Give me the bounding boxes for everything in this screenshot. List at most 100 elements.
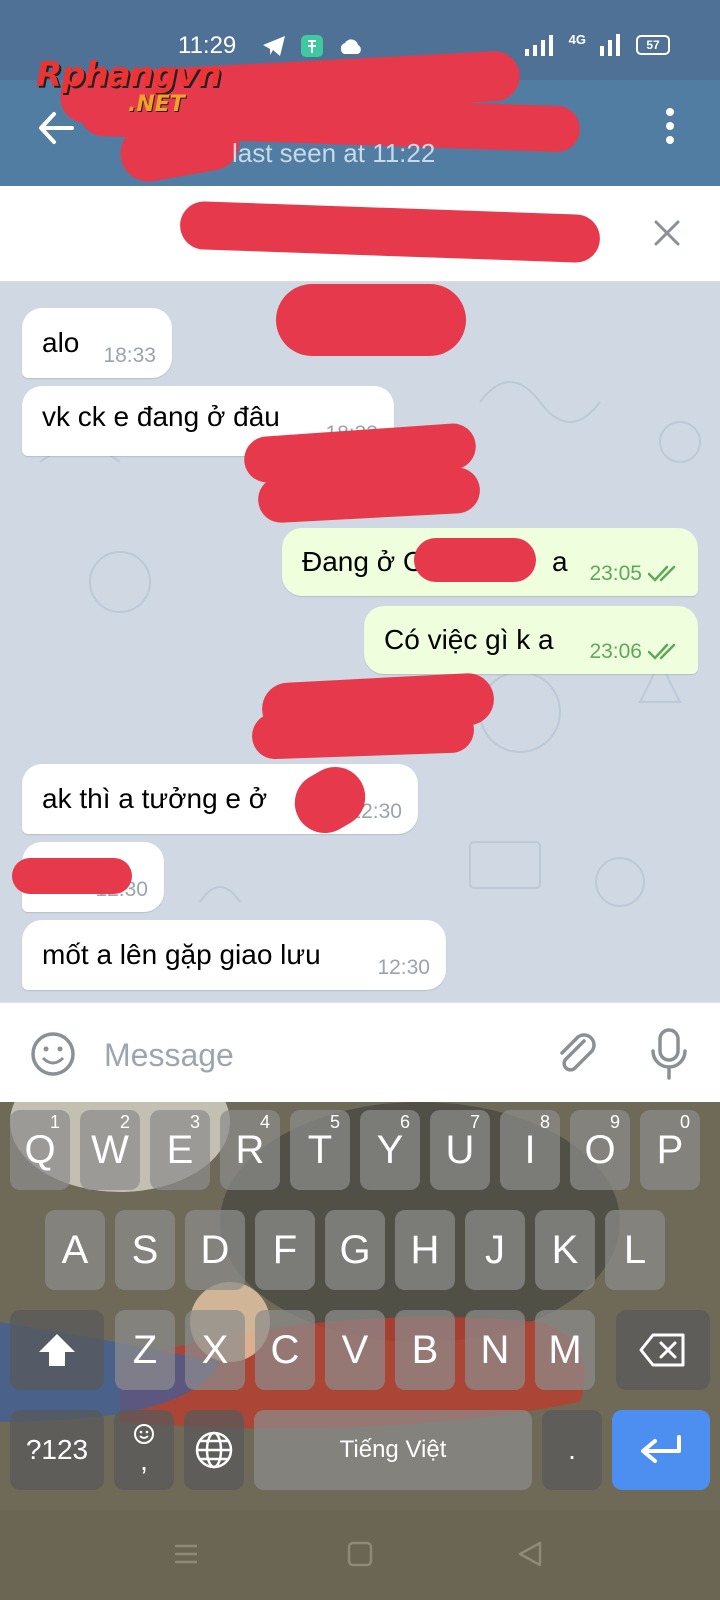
key-label: M: [548, 1327, 582, 1372]
status-system-icons: 4G 57: [524, 32, 670, 56]
key-label: R: [235, 1127, 265, 1172]
key-h[interactable]: H: [395, 1210, 455, 1290]
key-label: .: [568, 1434, 576, 1465]
message-time: 12:30: [377, 956, 430, 979]
key-hint: 6: [399, 1112, 410, 1132]
signal-2-icon: [600, 34, 620, 56]
key-i[interactable]: I8: [500, 1110, 560, 1190]
key-label: E: [166, 1127, 194, 1172]
key-label: T: [307, 1127, 333, 1172]
key-b[interactable]: B: [395, 1310, 455, 1390]
key-o[interactable]: O9: [570, 1110, 630, 1190]
key-x[interactable]: X: [185, 1310, 245, 1390]
key-a[interactable]: A: [45, 1210, 105, 1290]
pinned-message-bar[interactable]: [0, 186, 720, 282]
key-label: ,: [140, 1445, 148, 1476]
more-vertical-icon[interactable]: [662, 106, 678, 146]
message-bubble-outgoing[interactable]: Có việc gì k a 23:06: [364, 606, 698, 674]
key-d[interactable]: D: [185, 1210, 245, 1290]
message-text: mốt a lên gặp giao lưu: [42, 939, 321, 970]
back-nav-icon[interactable]: [516, 1540, 544, 1568]
recent-apps-icon[interactable]: [172, 1540, 200, 1568]
symbols-key[interactable]: ?123: [10, 1410, 104, 1490]
key-label: L: [623, 1227, 647, 1272]
key-hint: 5: [329, 1112, 340, 1132]
key-label: F: [272, 1227, 298, 1272]
message-text-end: a: [552, 546, 568, 577]
space-key[interactable]: Tiếng Việt: [254, 1410, 532, 1490]
key-label: H: [410, 1227, 440, 1272]
key-hint: 3: [189, 1112, 200, 1132]
chat-area[interactable]: alo 18:33 vk ck e đang ở đâu 18:33 Đang …: [0, 282, 720, 1002]
key-e[interactable]: E3: [150, 1110, 210, 1190]
key-w[interactable]: W2: [80, 1110, 140, 1190]
keyboard: Q 1 W 2 E 3 R 4 T 5 Y 6 U 7 I 8 O 9 P 0 A S D F G H J K L Z X C V B N M ?123…: [0, 1102, 720, 1510]
home-icon[interactable]: [346, 1540, 374, 1568]
enter-key[interactable]: [612, 1410, 710, 1490]
key-hint: 9: [609, 1112, 620, 1132]
paperclip-icon[interactable]: [554, 1031, 600, 1077]
message-bubble-outgoing[interactable]: Đang ở C a 23:05: [282, 528, 698, 596]
key-label: V: [341, 1327, 369, 1372]
key-v[interactable]: V: [325, 1310, 385, 1390]
key-t[interactable]: T5: [290, 1110, 350, 1190]
key-label: B: [411, 1327, 439, 1372]
key-z[interactable]: Z: [115, 1310, 175, 1390]
key-label: D: [200, 1227, 230, 1272]
message-text: Có việc gì k a: [384, 624, 554, 655]
redaction-mark: [414, 538, 536, 582]
key-g[interactable]: G: [325, 1210, 385, 1290]
key-hint: 0: [679, 1112, 690, 1132]
key-label: G: [339, 1227, 371, 1272]
language-key[interactable]: [184, 1410, 244, 1490]
key-label: S: [131, 1227, 159, 1272]
system-navigation-bar: [0, 1510, 720, 1600]
comma-emoji-key[interactable]: ,: [114, 1410, 174, 1490]
telegram-icon: [263, 36, 285, 56]
key-c[interactable]: C: [255, 1310, 315, 1390]
key-r[interactable]: R4: [220, 1110, 280, 1190]
backspace-key[interactable]: [616, 1310, 710, 1390]
key-y[interactable]: Y6: [360, 1110, 420, 1190]
message-bubble-incoming[interactable]: alo 18:33: [22, 308, 172, 378]
period-key[interactable]: .: [542, 1410, 602, 1490]
redaction-mark: [12, 858, 132, 894]
key-k[interactable]: K: [535, 1210, 595, 1290]
key-label: Q: [24, 1127, 56, 1172]
shift-icon: [39, 1334, 75, 1366]
key-label: C: [270, 1327, 300, 1372]
microphone-icon[interactable]: [648, 1027, 690, 1081]
signal-icon: [524, 35, 553, 56]
emoji-icon[interactable]: [30, 1031, 76, 1077]
key-p[interactable]: P0: [640, 1110, 700, 1190]
key-label: ?123: [25, 1434, 89, 1465]
key-s[interactable]: S: [115, 1210, 175, 1290]
key-q[interactable]: Q1: [10, 1110, 70, 1190]
message-text: ak thì a tưởng e ở: [42, 783, 268, 814]
key-n[interactable]: N: [465, 1310, 525, 1390]
message-bubble-incoming[interactable]: mốt a lên gặp giao lưu 12:30: [22, 920, 446, 990]
app-notification-icon: [301, 35, 323, 57]
message-text: Đang ở C: [302, 546, 424, 577]
globe-icon: [195, 1431, 233, 1469]
message-time: 23:06: [589, 640, 642, 663]
key-hint: 2: [119, 1112, 130, 1132]
key-label: X: [201, 1327, 229, 1372]
key-hint: 4: [259, 1112, 270, 1132]
close-icon[interactable]: [654, 220, 680, 246]
key-hint: 7: [469, 1112, 480, 1132]
key-label: W: [91, 1127, 129, 1172]
key-l[interactable]: L: [605, 1210, 665, 1290]
shift-key[interactable]: [10, 1310, 104, 1390]
message-bubble-incoming[interactable]: ak thì a tưởng e ở 12:30: [22, 756, 418, 844]
message-input[interactable]: Message: [104, 1037, 234, 1074]
emoji-small-icon: [134, 1424, 154, 1444]
key-f[interactable]: F: [255, 1210, 315, 1290]
key-u[interactable]: U7: [430, 1110, 490, 1190]
key-j[interactable]: J: [465, 1210, 525, 1290]
cloud-icon: [340, 39, 361, 54]
battery-icon: 57: [636, 35, 670, 55]
key-m[interactable]: M: [535, 1310, 595, 1390]
redaction-mark: [179, 200, 601, 264]
message-text: vk ck e đang ở đâu: [42, 401, 280, 432]
